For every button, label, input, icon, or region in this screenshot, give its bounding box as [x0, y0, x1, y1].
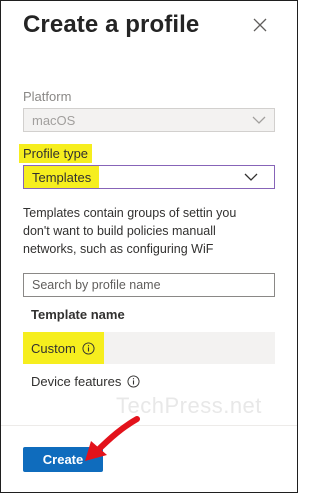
profile-type-value: Templates [32, 169, 92, 185]
template-row-custom[interactable]: Custom [23, 332, 275, 364]
profile-type-value-highlight: Templates [24, 166, 100, 188]
template-row-label: Custom [31, 340, 76, 356]
panel-title: Create a profile [23, 11, 200, 38]
close-icon[interactable] [252, 17, 268, 33]
info-icon[interactable] [82, 341, 95, 355]
footer-divider [1, 425, 297, 426]
custom-highlight: Custom [23, 332, 104, 364]
template-name-header: Template name [31, 307, 125, 322]
description-line: Templates contain groups of settin you [23, 206, 237, 220]
annotation-arrow-icon [85, 416, 140, 461]
info-icon[interactable] [127, 374, 140, 388]
description-line: networks, such as configuring WiF [23, 242, 214, 256]
create-profile-panel: Create a profile Platform macOS Profile … [0, 0, 298, 493]
profile-type-dropdown[interactable]: Templates [23, 165, 275, 189]
description-line: don't want to build policies manuall [23, 224, 216, 238]
search-input[interactable] [23, 273, 275, 297]
platform-dropdown[interactable]: macOS [23, 108, 275, 132]
chevron-down-icon [252, 116, 266, 124]
template-row-label: Device features [31, 373, 122, 389]
platform-label: Platform [23, 89, 72, 104]
profile-type-label: Profile type [19, 144, 93, 163]
chevron-down-icon [244, 173, 258, 181]
profile-type-label-text: Profile type [19, 144, 93, 163]
platform-value: macOS [32, 112, 76, 128]
profile-type-description: Templates contain groups of settin you d… [23, 204, 283, 258]
